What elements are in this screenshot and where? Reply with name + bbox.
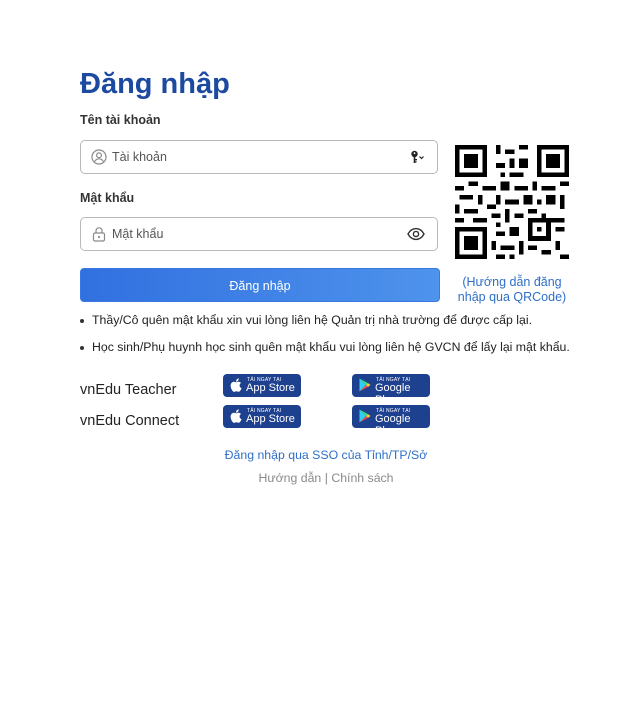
- note-student: Học sinh/Phụ huynh học sinh quên mật khẩ…: [78, 340, 598, 355]
- app-name-connect: vnEdu Connect: [80, 413, 180, 429]
- app-store-badge-connect[interactable]: TẢI NGAY TẠI App Store: [223, 405, 301, 428]
- username-field[interactable]: [80, 140, 438, 174]
- notes-list: Thầy/Cô quên mật khẩu xin vui lòng liên …: [78, 313, 598, 355]
- note-teacher: Thầy/Cô quên mật khẩu xin vui lòng liên …: [78, 313, 598, 328]
- username-input[interactable]: [112, 141, 392, 173]
- google-play-badge-connect[interactable]: TẢI NGAY TẠI Google Play: [352, 405, 430, 437]
- footer-separator: |: [324, 471, 328, 485]
- google-play-label: Google Play: [375, 413, 411, 437]
- google-play-icon: [359, 409, 371, 428]
- footer-links: Hướng dẫn | Chính sách: [0, 471, 640, 485]
- apple-icon: [230, 409, 242, 428]
- username-label: Tên tài khoản: [80, 113, 161, 127]
- key-icon[interactable]: [409, 149, 425, 170]
- password-label: Mật khẩu: [80, 191, 135, 205]
- apple-icon: [230, 378, 242, 397]
- user-circle-icon: [91, 149, 107, 165]
- google-play-label: Google Play: [375, 382, 411, 406]
- login-button[interactable]: Đăng nhập: [80, 268, 440, 302]
- sso-login-link[interactable]: Đăng nhập qua SSO của Tỉnh/TP/Sở: [0, 448, 640, 462]
- page-title: Đăng nhập: [80, 68, 230, 100]
- app-store-badge-teacher[interactable]: TẢI NGAY TẠI App Store: [223, 374, 301, 397]
- qr-login-guide-link[interactable]: (Hướng dẫn đăng nhập qua QRCode): [448, 275, 576, 305]
- app-store-label: App Store: [246, 413, 295, 425]
- app-store-label: App Store: [246, 382, 295, 394]
- password-field[interactable]: [80, 217, 438, 251]
- app-name-teacher: vnEdu Teacher: [80, 382, 177, 398]
- eye-icon[interactable]: [407, 226, 425, 247]
- login-qr-code: [455, 145, 569, 259]
- google-play-badge-teacher[interactable]: TẢI NGAY TẠI Google Play: [352, 374, 430, 406]
- guide-link[interactable]: Hướng dẫn: [258, 471, 321, 485]
- lock-icon: [91, 226, 107, 242]
- policy-link[interactable]: Chính sách: [331, 471, 393, 485]
- password-input[interactable]: [112, 218, 392, 250]
- google-play-icon: [359, 378, 371, 397]
